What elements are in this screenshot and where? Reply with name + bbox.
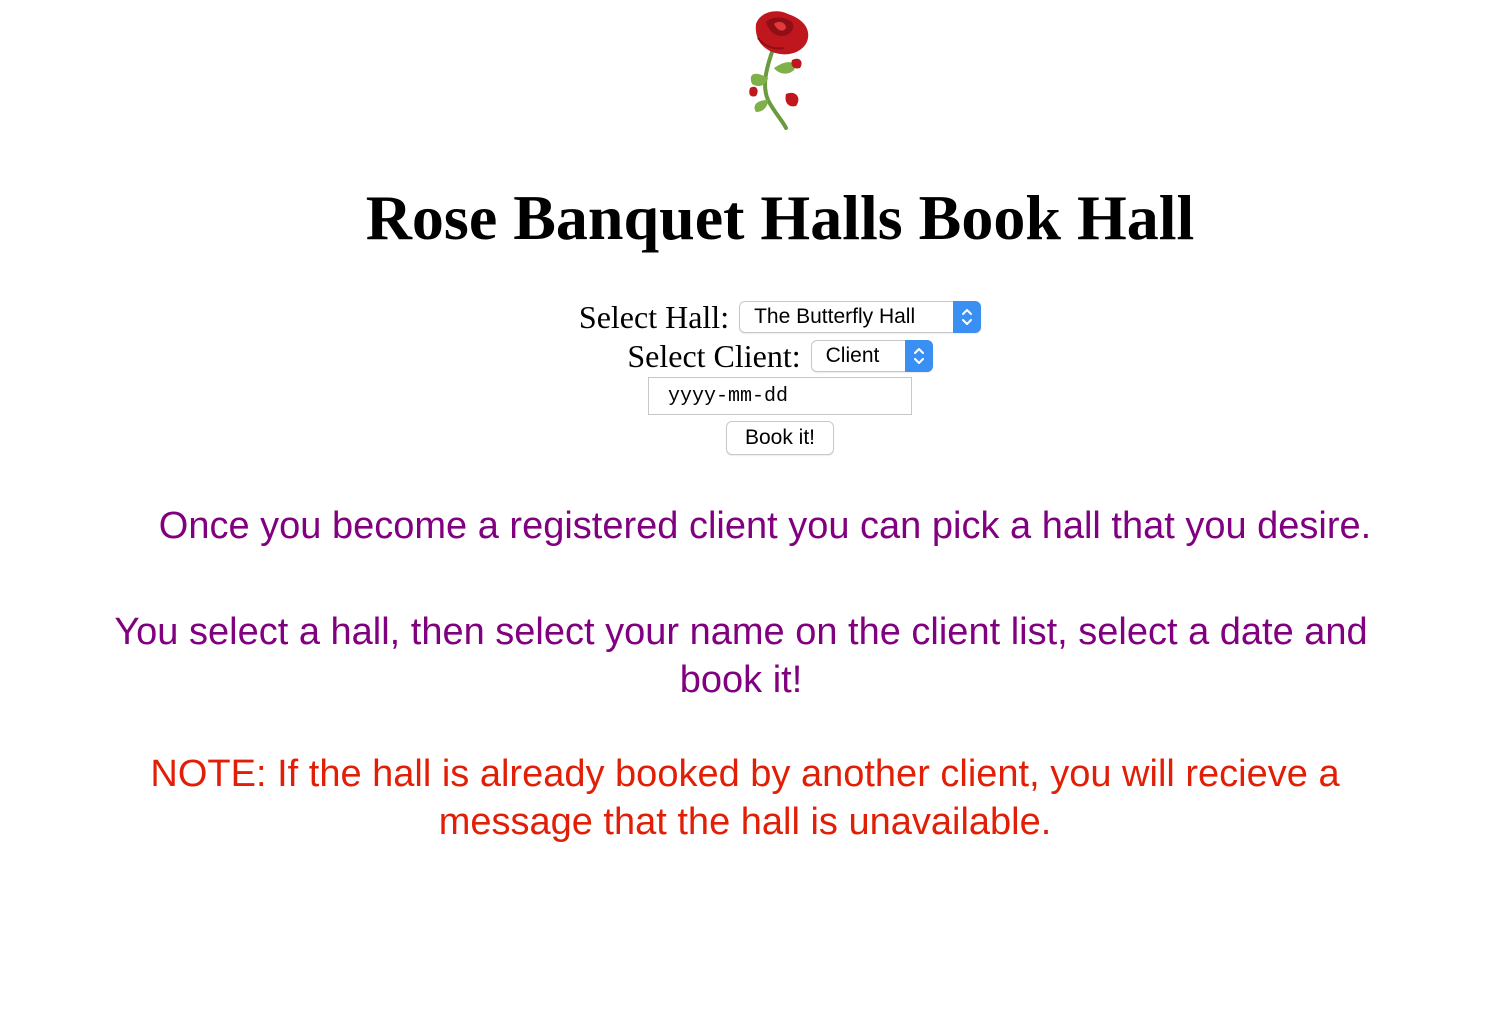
note-text: NOTE: If the hall is already booked by a… (150, 753, 1340, 843)
hall-row: Select Hall: The Butterfly Hall (0, 298, 1510, 336)
hall-label: Select Hall: (578, 298, 730, 335)
client-select[interactable]: Client (810, 340, 933, 372)
hall-select-value: The Butterfly Hall (754, 305, 916, 328)
book-button[interactable]: Book it! (726, 421, 834, 455)
client-select-value: Client (825, 344, 880, 367)
date-row (0, 377, 1510, 415)
chevron-up-down-icon (953, 301, 982, 333)
client-row: Select Client: Client (0, 337, 1510, 375)
date-input[interactable] (648, 377, 912, 415)
info-line-2: You select a hall, then select your name… (114, 611, 1368, 701)
page-title: Rose Banquet Halls Book Hall (365, 182, 1195, 253)
book-row: Book it! (0, 421, 1510, 455)
hall-select[interactable]: The Butterfly Hall (739, 301, 982, 333)
rose-icon (738, 8, 818, 130)
client-label: Select Client: (627, 337, 801, 374)
info-line-1: Once you become a registered client you … (158, 505, 1372, 547)
chevron-up-down-icon (904, 340, 933, 372)
